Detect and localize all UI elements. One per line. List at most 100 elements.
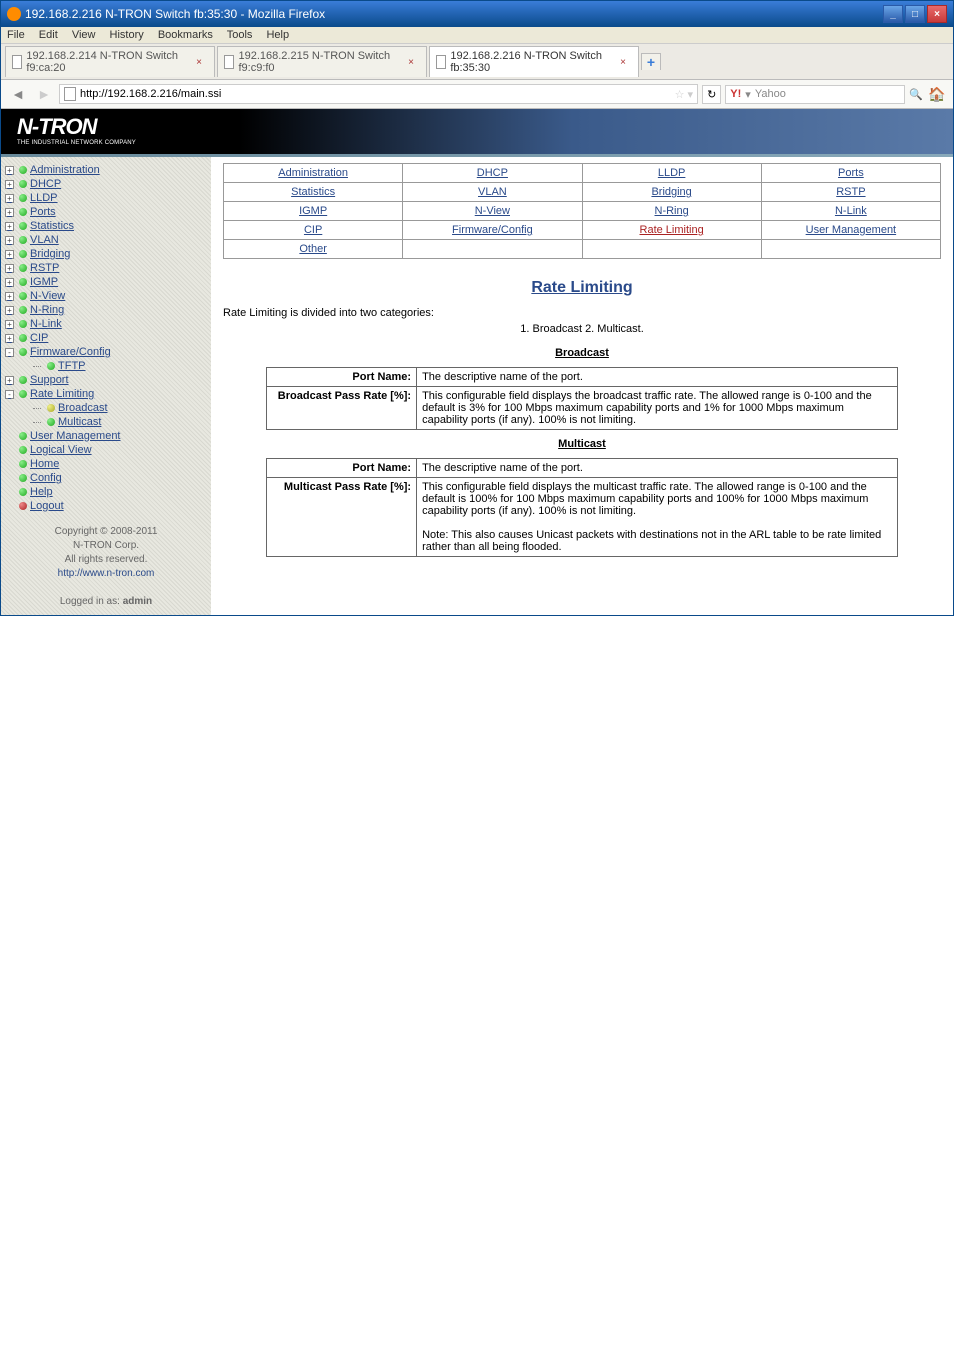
menu-history[interactable]: History [110, 29, 144, 41]
sidebar-item-vlan[interactable]: +VLAN [5, 233, 207, 247]
grid-link-dhcp[interactable]: DHCP [477, 167, 508, 179]
forward-button[interactable]: ► [33, 84, 55, 104]
sidebar: +Administration+DHCP+LLDP+Ports+Statisti… [1, 157, 211, 615]
page-title: Rate Limiting [223, 279, 941, 297]
expand-icon[interactable]: + [5, 222, 14, 231]
sidebar-item-rate-limiting[interactable]: -Rate Limiting [5, 387, 207, 401]
menu-edit[interactable]: Edit [39, 29, 58, 41]
expand-icon[interactable]: + [5, 320, 14, 329]
grid-link-n-view[interactable]: N-View [475, 205, 510, 217]
reload-button[interactable]: ↻ [702, 85, 721, 104]
tab-2[interactable]: 192.168.2.216 N-TRON Switch fb:35:30× [429, 46, 639, 77]
sidebar-item-user-management[interactable]: User Management [5, 429, 207, 443]
brand-tagline: THE INDUSTRIAL NETWORK COMPANY [17, 140, 136, 146]
expand-icon[interactable]: + [5, 166, 14, 175]
grid-link-rstp[interactable]: RSTP [836, 186, 865, 198]
grid-link-vlan[interactable]: VLAN [478, 186, 507, 198]
close-icon[interactable]: × [408, 57, 414, 68]
menu-view[interactable]: View [72, 29, 96, 41]
sidebar-item-statistics[interactable]: +Statistics [5, 219, 207, 233]
grid-link-igmp[interactable]: IGMP [299, 205, 327, 217]
page-icon [64, 87, 76, 101]
vendor-link[interactable]: http://www.n-tron.com [58, 568, 155, 579]
grid-link-statistics[interactable]: Statistics [291, 186, 335, 198]
grid-link-firmware-config[interactable]: Firmware/Config [452, 224, 533, 236]
url-bar[interactable]: http://192.168.2.216/main.ssi ☆ ▾ [59, 84, 698, 104]
back-button[interactable]: ◄ [7, 84, 29, 104]
grid-link-ports[interactable]: Ports [838, 167, 864, 179]
expand-icon[interactable]: + [5, 264, 14, 273]
sidebar-item-multicast[interactable]: Multicast [5, 415, 207, 429]
grid-link-administration[interactable]: Administration [278, 167, 348, 179]
sidebar-item-home[interactable]: Home [5, 457, 207, 471]
sidebar-item-dhcp[interactable]: +DHCP [5, 177, 207, 191]
sidebar-item-n-view[interactable]: +N-View [5, 289, 207, 303]
grid-link-lldp[interactable]: LLDP [658, 167, 686, 179]
grid-link-rate-limiting[interactable]: Rate Limiting [640, 224, 704, 236]
bullet-icon [19, 432, 27, 440]
close-button[interactable]: × [927, 5, 947, 23]
yahoo-icon: Y! [730, 88, 741, 100]
field-label: Port Name: [267, 368, 417, 387]
menu-help[interactable]: Help [266, 29, 289, 41]
bullet-icon [19, 194, 27, 202]
sidebar-item-config[interactable]: Config [5, 471, 207, 485]
minimize-button[interactable]: _ [883, 5, 903, 23]
field-description: The descriptive name of the port. [417, 368, 898, 387]
close-icon[interactable]: × [196, 57, 202, 68]
expand-icon[interactable]: + [5, 180, 14, 189]
expand-icon[interactable]: + [5, 250, 14, 259]
expand-icon[interactable]: + [5, 194, 14, 203]
grid-link-cip[interactable]: CIP [304, 224, 322, 236]
expand-icon[interactable]: + [5, 306, 14, 315]
sidebar-item-support[interactable]: +Support [5, 373, 207, 387]
bullet-icon [19, 320, 27, 328]
sidebar-item-logout[interactable]: Logout [5, 499, 207, 513]
search-icon[interactable]: 🔍 [909, 88, 923, 101]
bullet-icon [19, 166, 27, 174]
sidebar-item-cip[interactable]: +CIP [5, 331, 207, 345]
expand-icon[interactable]: + [5, 334, 14, 343]
sidebar-item-rstp[interactable]: +RSTP [5, 261, 207, 275]
menu-bookmarks[interactable]: Bookmarks [158, 29, 213, 41]
sidebar-item-logical-view[interactable]: Logical View [5, 443, 207, 457]
tab-0[interactable]: 192.168.2.214 N-TRON Switch f9:ca:20× [5, 46, 215, 77]
expand-icon[interactable]: + [5, 278, 14, 287]
sidebar-item-help[interactable]: Help [5, 485, 207, 499]
maximize-button[interactable]: □ [905, 5, 925, 23]
expand-icon[interactable]: + [5, 376, 14, 385]
search-bar[interactable]: Y! ▾ Yahoo [725, 85, 905, 104]
bullet-icon [19, 306, 27, 314]
brand-logo: N-TRON [17, 114, 97, 139]
bookmark-star-icon[interactable]: ☆ ▾ [675, 88, 693, 101]
sidebar-item-bridging[interactable]: +Bridging [5, 247, 207, 261]
home-button[interactable]: 🏠 [927, 86, 947, 103]
sidebar-item-tftp[interactable]: TFTP [5, 359, 207, 373]
expand-icon[interactable]: - [5, 348, 14, 357]
new-tab-button[interactable]: + [641, 53, 661, 70]
sidebar-item-ports[interactable]: +Ports [5, 205, 207, 219]
expand-icon[interactable]: + [5, 208, 14, 217]
grid-link-user-management[interactable]: User Management [806, 224, 897, 236]
url-text: http://192.168.2.216/main.ssi [80, 88, 221, 100]
tab-1[interactable]: 192.168.2.215 N-TRON Switch f9:c9:f0× [217, 46, 427, 77]
grid-link-other[interactable]: Other [299, 243, 327, 255]
sidebar-item-n-link[interactable]: +N-Link [5, 317, 207, 331]
sidebar-item-n-ring[interactable]: +N-Ring [5, 303, 207, 317]
grid-link-bridging[interactable]: Bridging [651, 186, 691, 198]
grid-link-n-link[interactable]: N-Link [835, 205, 867, 217]
sidebar-item-igmp[interactable]: +IGMP [5, 275, 207, 289]
expand-icon[interactable]: + [5, 236, 14, 245]
grid-link-n-ring[interactable]: N-Ring [655, 205, 689, 217]
sidebar-item-administration[interactable]: +Administration [5, 163, 207, 177]
sidebar-item-broadcast[interactable]: Broadcast [5, 401, 207, 415]
expand-icon[interactable]: + [5, 292, 14, 301]
field-description: The descriptive name of the port. [417, 459, 898, 478]
expand-icon[interactable]: - [5, 390, 14, 399]
menu-tools[interactable]: Tools [227, 29, 253, 41]
menu-file[interactable]: File [7, 29, 25, 41]
close-icon[interactable]: × [620, 57, 626, 68]
bullet-icon [47, 404, 55, 412]
sidebar-item-lldp[interactable]: +LLDP [5, 191, 207, 205]
sidebar-item-firmware-config[interactable]: -Firmware/Config [5, 345, 207, 359]
